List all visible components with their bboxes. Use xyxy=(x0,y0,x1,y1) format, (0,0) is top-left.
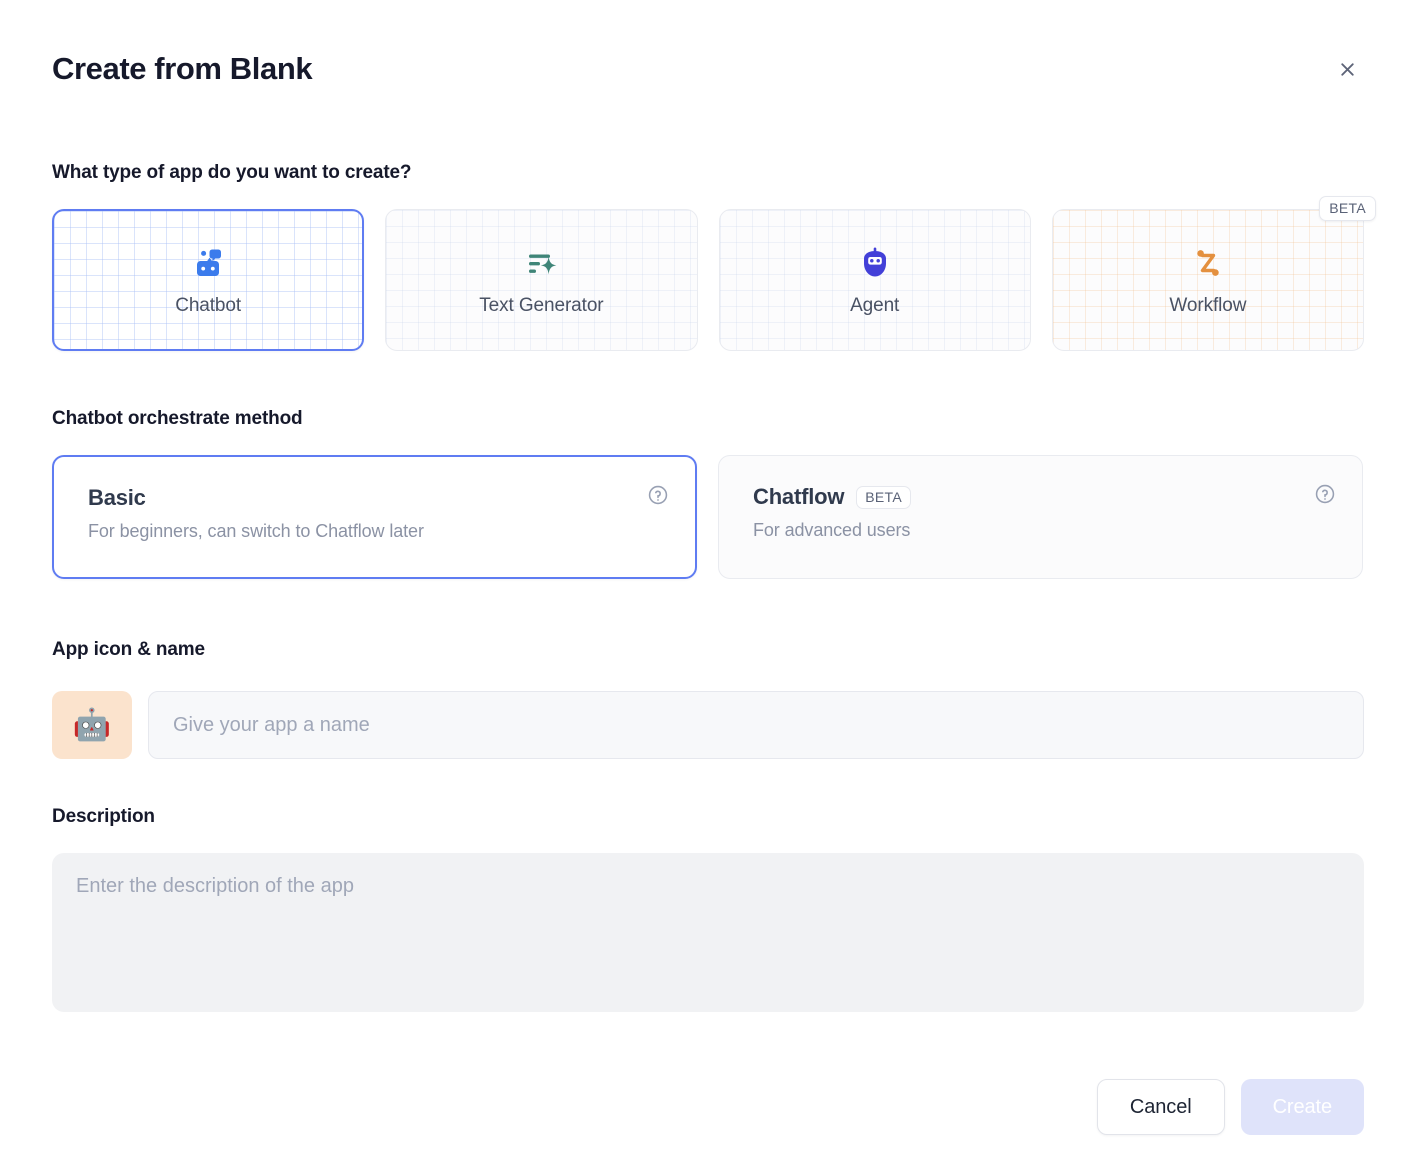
app-type-card-text-generator[interactable]: Text Generator xyxy=(385,209,698,351)
orchestrate-card-chatflow[interactable]: Chatflow BETA For advanced users xyxy=(718,455,1363,579)
orchestrate-card-basic[interactable]: Basic For beginners, can switch to Chatf… xyxy=(52,455,697,579)
create-button[interactable]: Create xyxy=(1240,1079,1364,1135)
text-generator-icon xyxy=(521,243,561,283)
app-type-label: Agent xyxy=(850,295,900,316)
help-circle-icon[interactable] xyxy=(1314,483,1336,505)
orchestrate-title: Chatflow xyxy=(753,484,845,509)
robot-emoji-icon: 🤖 xyxy=(72,706,112,743)
agent-icon xyxy=(855,243,895,283)
orchestrate-subtitle: For beginners, can switch to Chatflow la… xyxy=(88,521,424,541)
app-type-card-agent[interactable]: Agent xyxy=(718,209,1031,351)
app-type-options: Chatbot Text Generator Agent BETA Workfl… xyxy=(52,196,1377,351)
orchestrate-title: Basic xyxy=(88,485,146,510)
app-type-label: Text Generator xyxy=(479,295,604,316)
app-identity-row: 🤖 xyxy=(52,691,1364,759)
app-type-label: Chatbot xyxy=(175,295,242,316)
page-title: Create from Blank xyxy=(52,51,313,86)
app-type-question: What type of app do you want to create? xyxy=(52,162,412,183)
app-name-input[interactable] xyxy=(148,691,1364,759)
app-type-card-chatbot[interactable]: Chatbot xyxy=(52,209,365,351)
app-type-card-workflow[interactable]: BETA Workflow xyxy=(1051,196,1377,351)
workflow-icon xyxy=(1188,243,1228,283)
dialog-header: Create from Blank xyxy=(52,44,1364,94)
description-label: Description xyxy=(52,806,155,827)
close-dialog-button[interactable] xyxy=(1330,52,1364,86)
description-textarea[interactable] xyxy=(52,853,1364,1012)
chatbot-icon xyxy=(188,243,228,283)
orchestrate-method-options: Basic For beginners, can switch to Chatf… xyxy=(52,455,1364,579)
close-icon xyxy=(1337,59,1358,80)
app-identity-label: App icon & name xyxy=(52,639,205,660)
create-from-blank-dialog: Create from Blank What type of app do yo… xyxy=(0,0,1408,1166)
help-circle-icon[interactable] xyxy=(647,484,669,506)
cancel-button[interactable]: Cancel xyxy=(1096,1079,1225,1135)
workflow-beta-badge: BETA xyxy=(1319,196,1377,221)
app-type-label: Workflow xyxy=(1169,295,1247,316)
chatflow-beta-badge: BETA xyxy=(856,485,912,509)
dialog-footer: Cancel Create xyxy=(1096,1079,1364,1135)
orchestrate-subtitle: For advanced users xyxy=(753,520,911,540)
app-icon-picker-button[interactable]: 🤖 xyxy=(52,691,132,759)
orchestrate-method-label: Chatbot orchestrate method xyxy=(52,408,303,429)
